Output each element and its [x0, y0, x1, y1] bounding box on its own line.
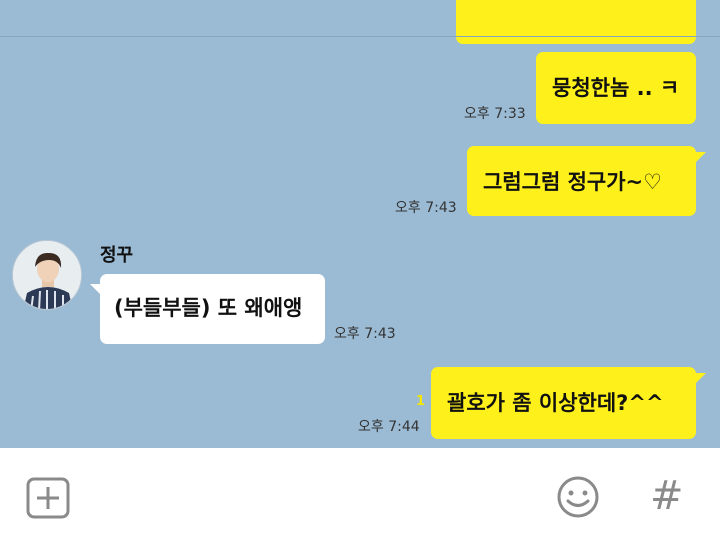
message-text: (부들부들) 또 왜애앵 — [114, 296, 303, 320]
message-time: 오후 7:43 — [334, 326, 396, 342]
chat-area[interactable]: 뭉청한놈 .. ㅋ 오후 7:33 그럼그럼 정구가~♡ 오후 7:43 정꾸 … — [0, 0, 720, 448]
message-bubble[interactable]: 뭉청한놈 .. ㅋ — [536, 52, 696, 124]
message-bubble[interactable]: 괄호가 좀 이상한데?^^ — [431, 367, 706, 439]
message-bubble[interactable]: (부들부들) 또 왜애앵 — [90, 274, 325, 344]
message-time: 오후 7:33 — [464, 106, 526, 122]
plus-square-icon[interactable] — [26, 477, 70, 519]
profile-photo — [13, 241, 81, 309]
input-bar — [0, 448, 720, 540]
smiley-icon[interactable] — [556, 475, 600, 519]
message-text: 뭉청한놈 .. ㅋ — [552, 76, 680, 100]
unread-count: 1 — [416, 394, 426, 409]
message-bubble[interactable]: 그럼그럼 정구가~♡ — [467, 146, 706, 216]
message-text: 그럼그럼 정구가~♡ — [483, 170, 662, 194]
message-time: 오후 7:44 — [358, 419, 420, 435]
header-divider — [0, 36, 720, 37]
message-time: 오후 7:43 — [395, 200, 457, 216]
message-bubble-partial[interactable] — [456, 0, 696, 44]
hashtag-search-button[interactable]: # — [650, 474, 684, 518]
message-text: 괄호가 좀 이상한데?^^ — [447, 391, 664, 415]
contact-avatar[interactable] — [12, 240, 82, 310]
sender-name: 정꾸 — [100, 245, 134, 266]
